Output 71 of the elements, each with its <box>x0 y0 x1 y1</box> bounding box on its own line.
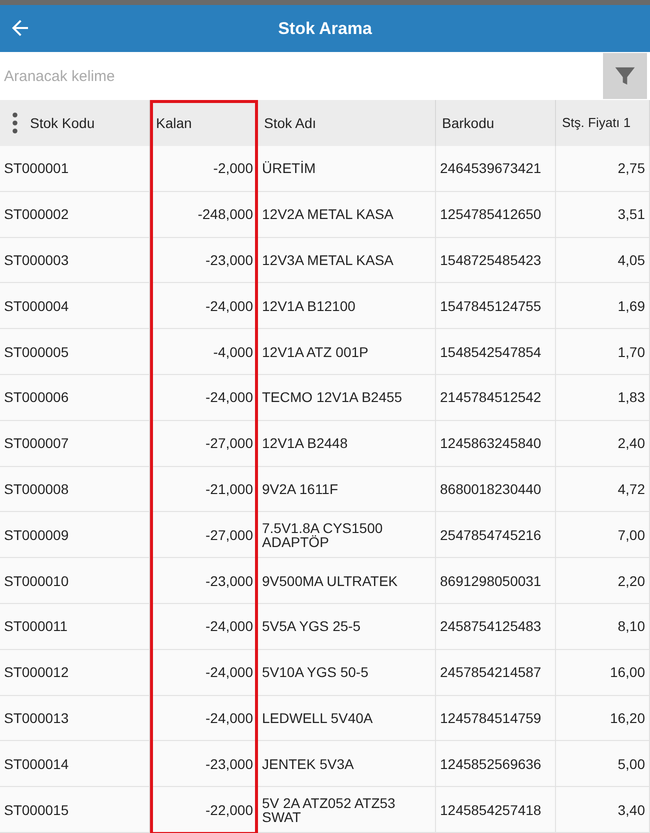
table-cell: 1245854257418 <box>436 787 556 832</box>
table-cell: -4,000 <box>150 329 258 374</box>
table-cell: ST000003 <box>0 238 150 282</box>
table-cell: ÜRETİM <box>258 146 436 191</box>
table-cell: 2,20 <box>556 558 650 603</box>
table-cell: 1547845124755 <box>436 283 556 328</box>
table-cell: 12V1A B12100 <box>258 283 436 328</box>
table-cell: 9V500MA ULTRATEK <box>258 558 436 603</box>
table-cell: 5V 2A ATZ052 ATZ53 SWAT <box>258 787 436 832</box>
table-cell: 9V2A 1611F <box>258 466 436 512</box>
table-cell: ST000014 <box>0 741 150 786</box>
table-cell: 2,40 <box>556 420 650 466</box>
table-cell: LEDWELL 5V40A <box>258 696 436 740</box>
table-cell: ST000002 <box>0 192 150 237</box>
table-cell: 3,51 <box>556 192 650 237</box>
table-cell: 1245852569636 <box>436 741 556 786</box>
table-cell: -24,000 <box>150 696 258 740</box>
table-cell: 3,40 <box>556 787 650 832</box>
table-cell: 12V2A METAL KASA <box>258 192 436 237</box>
table-cell: 2547854745216 <box>436 512 556 558</box>
table-cell: ST000007 <box>0 420 150 466</box>
table-cell: 2,75 <box>556 146 650 191</box>
table-cell: 4,05 <box>556 238 650 282</box>
screen-title: Stok Arama <box>278 18 372 38</box>
table-cell: 1,69 <box>556 283 650 328</box>
table-cell: -23,000 <box>150 558 258 603</box>
table-cell: ST000010 <box>0 558 150 603</box>
table-cell: 12V1A B2448 <box>258 420 436 466</box>
table-cell: 1548542547854 <box>436 329 556 374</box>
table-cell: -22,000 <box>150 787 258 832</box>
table-cell: 16,00 <box>556 650 650 695</box>
table-cell: 2145784512542 <box>436 374 556 420</box>
table-cell: 2464539673421 <box>436 146 556 191</box>
table-cell: ST000006 <box>0 374 150 420</box>
table-cell: ST000001 <box>0 146 150 191</box>
table-cell: 16,20 <box>556 696 650 740</box>
table-cell: 12V3A METAL KASA <box>258 238 436 282</box>
table-cell: 1,70 <box>556 329 650 374</box>
table-cell: 8,10 <box>556 604 650 649</box>
table-cell: 2457854214587 <box>436 650 556 695</box>
table-cell: -23,000 <box>150 238 258 282</box>
table-cell: 4,72 <box>556 466 650 512</box>
table-cell: -21,000 <box>150 466 258 512</box>
table-cell: TECMO 12V1A B2455 <box>258 374 436 420</box>
table-cell: ST000013 <box>0 696 150 740</box>
table-cell: ST000005 <box>0 329 150 374</box>
table-cell: 1548725485423 <box>436 238 556 282</box>
filter-button[interactable] <box>603 53 647 99</box>
table-cell: 7.5V1.8A CYS1500 ADAPTÖP <box>258 512 436 558</box>
table-cell: 8680018230440 <box>436 466 556 512</box>
table-cell: ST000004 <box>0 283 150 328</box>
table-cell: ST000015 <box>0 787 150 832</box>
table-cell: 5,00 <box>556 741 650 786</box>
table-cell: 12V1A ATZ 001P <box>258 329 436 374</box>
table-cell: 1245863245840 <box>436 420 556 466</box>
table-cell: 1254785412650 <box>436 192 556 237</box>
table-cell: 1245784514759 <box>436 696 556 740</box>
table-cell: ST000011 <box>0 604 150 649</box>
table-cell: -2,000 <box>150 146 258 191</box>
table-cell: ST000009 <box>0 512 150 558</box>
table-cell: 8691298050031 <box>436 558 556 603</box>
table-cell: 5V10A YGS 50-5 <box>258 650 436 695</box>
table-cell: 5V5A YGS 25-5 <box>258 604 436 649</box>
table-cell: 7,00 <box>556 512 650 558</box>
table-cell: 2458754125483 <box>436 604 556 649</box>
table-cell: ST000008 <box>0 466 150 512</box>
table-cell: ST000012 <box>0 650 150 695</box>
table-cell: 1,83 <box>556 374 650 420</box>
search-field[interactable]: Aranacak kelime <box>0 56 603 96</box>
table-cell: JENTEK 5V3A <box>258 741 436 786</box>
more-options-icon[interactable] <box>12 112 18 134</box>
